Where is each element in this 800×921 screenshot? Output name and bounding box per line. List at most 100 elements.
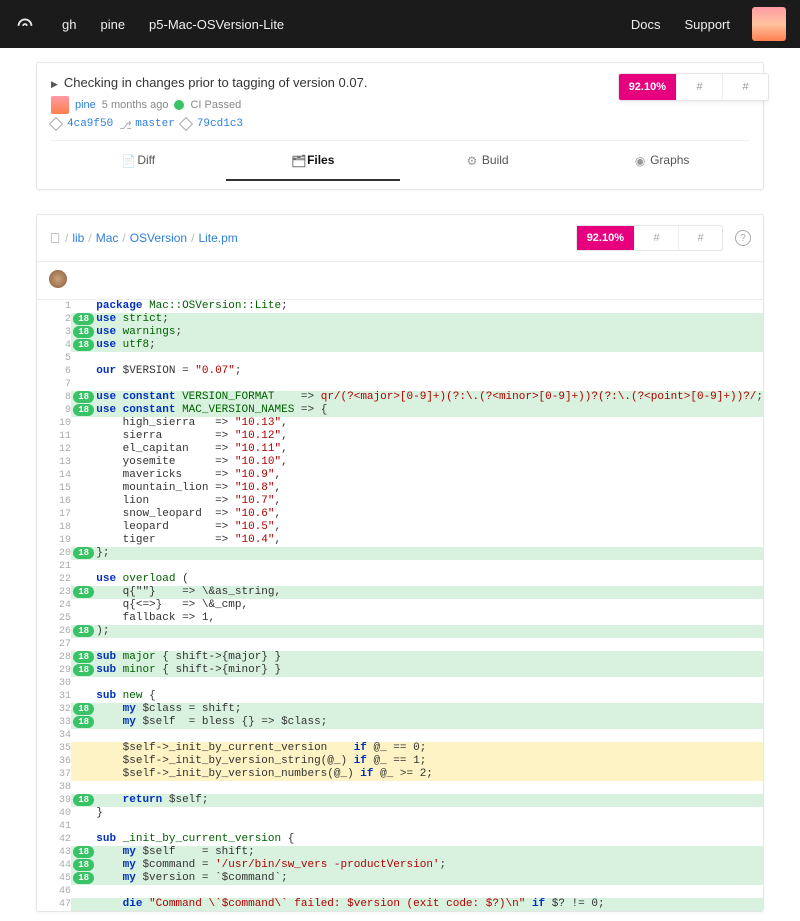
source-text: my $version = `$command`;: [96, 872, 763, 885]
nav-docs[interactable]: Docs: [619, 17, 673, 32]
line-number[interactable]: 39: [37, 794, 71, 807]
author-avatar[interactable]: [51, 96, 69, 114]
hit-count: [71, 508, 96, 521]
hit-count: [71, 417, 96, 430]
branch-name[interactable]: master: [135, 118, 175, 130]
line-number[interactable]: 26: [37, 625, 71, 638]
line-number[interactable]: 19: [37, 534, 71, 547]
line-number[interactable]: 7: [37, 378, 71, 391]
tab-build[interactable]: ⚙Build: [400, 141, 575, 181]
code-line: 46: [37, 885, 763, 898]
line-number[interactable]: 42: [37, 833, 71, 846]
code-line: 31sub new {: [37, 690, 763, 703]
code-line: 3318 my $self = bless {} => $class;: [37, 716, 763, 729]
line-number[interactable]: 12: [37, 443, 71, 456]
line-number[interactable]: 2: [37, 313, 71, 326]
tab-graphs[interactable]: ◉Graphs: [575, 141, 750, 181]
line-number[interactable]: 37: [37, 768, 71, 781]
source-text: die "Command \`$command\` failed: $versi…: [96, 898, 763, 911]
crumb-mac[interactable]: Mac: [96, 231, 119, 245]
code-line: 918use constant MAC_VERSION_NAMES => {: [37, 404, 763, 417]
line-number[interactable]: 31: [37, 690, 71, 703]
line-number[interactable]: 40: [37, 807, 71, 820]
line-number[interactable]: 10: [37, 417, 71, 430]
crumb-osversion[interactable]: OSVersion: [130, 231, 187, 245]
commit-sha[interactable]: 4ca9f50: [67, 118, 113, 130]
line-number[interactable]: 29: [37, 664, 71, 677]
line-number[interactable]: 30: [37, 677, 71, 690]
line-number[interactable]: 45: [37, 872, 71, 885]
line-number[interactable]: 6: [37, 365, 71, 378]
code-line: 12 el_capitan => "10.11",: [37, 443, 763, 456]
source-text: use overload (: [96, 573, 763, 586]
line-number[interactable]: 36: [37, 755, 71, 768]
line-number[interactable]: 41: [37, 820, 71, 833]
hit-count: 18: [71, 703, 96, 716]
nav-support[interactable]: Support: [672, 17, 742, 32]
code-line: 218use strict;: [37, 313, 763, 326]
line-number[interactable]: 14: [37, 469, 71, 482]
nav-owner[interactable]: pine: [88, 17, 137, 32]
line-number[interactable]: 43: [37, 846, 71, 859]
code-line: 2018};: [37, 547, 763, 560]
source-text: [96, 677, 763, 690]
user-avatar[interactable]: [752, 7, 786, 41]
tree-sha[interactable]: 79cd1c3: [197, 118, 243, 130]
line-number[interactable]: 13: [37, 456, 71, 469]
line-number[interactable]: 27: [37, 638, 71, 651]
line-number[interactable]: 15: [37, 482, 71, 495]
source-text: $self->_init_by_current_version if @_ ==…: [96, 742, 763, 755]
line-number[interactable]: 25: [37, 612, 71, 625]
line-number[interactable]: 11: [37, 430, 71, 443]
line-number[interactable]: 1: [37, 300, 71, 313]
line-number[interactable]: 47: [37, 898, 71, 911]
source-text: mavericks => "10.9",: [96, 469, 763, 482]
line-number[interactable]: 33: [37, 716, 71, 729]
line-number[interactable]: 34: [37, 729, 71, 742]
contributor-avatar[interactable]: [49, 270, 67, 288]
logo-icon[interactable]: [14, 13, 36, 35]
source-text: [96, 378, 763, 391]
line-number[interactable]: 21: [37, 560, 71, 573]
line-number[interactable]: 8: [37, 391, 71, 404]
line-number[interactable]: 23: [37, 586, 71, 599]
coverage-cell-b[interactable]: #: [722, 74, 768, 100]
expand-icon[interactable]: ▶: [51, 79, 58, 90]
commit-card: 92.10% # # ▶Checking in changes prior to…: [36, 62, 764, 190]
nav-repo[interactable]: p5-Mac-OSVersion-Lite: [137, 17, 296, 32]
line-number[interactable]: 17: [37, 508, 71, 521]
nav-gh[interactable]: gh: [50, 17, 88, 32]
line-number[interactable]: 32: [37, 703, 71, 716]
crumb-file[interactable]: Lite.pm: [198, 231, 237, 245]
hit-count: 18: [71, 391, 96, 404]
file-cov-cell-b[interactable]: #: [678, 226, 722, 250]
file-cov-cell-a[interactable]: #: [634, 226, 678, 250]
tab-files[interactable]: 🗂Files: [226, 141, 401, 181]
line-number[interactable]: 38: [37, 781, 71, 794]
line-number[interactable]: 9: [37, 404, 71, 417]
tab-diff[interactable]: 📄Diff: [51, 141, 226, 181]
help-icon[interactable]: ?: [735, 230, 751, 246]
source-text: };: [96, 547, 763, 560]
line-number[interactable]: 5: [37, 352, 71, 365]
line-number[interactable]: 46: [37, 885, 71, 898]
code-line: 4418 my $command = '/usr/bin/sw_vers -pr…: [37, 859, 763, 872]
coverage-cell-a[interactable]: #: [676, 74, 722, 100]
line-number[interactable]: 4: [37, 339, 71, 352]
author-link[interactable]: pine: [75, 99, 96, 111]
code-line: 3918 return $self;: [37, 794, 763, 807]
code-line: 818use constant VERSION_FORMAT => qr/(?<…: [37, 391, 763, 404]
line-number[interactable]: 18: [37, 521, 71, 534]
line-number[interactable]: 44: [37, 859, 71, 872]
crumb-lib[interactable]: lib: [72, 231, 84, 245]
source-text: use utf8;: [96, 339, 763, 352]
line-number[interactable]: 24: [37, 599, 71, 612]
line-number[interactable]: 20: [37, 547, 71, 560]
line-number[interactable]: 28: [37, 651, 71, 664]
hit-count: [71, 443, 96, 456]
line-number[interactable]: 3: [37, 326, 71, 339]
line-number[interactable]: 22: [37, 573, 71, 586]
line-number[interactable]: 16: [37, 495, 71, 508]
source-text: high_sierra => "10.13",: [96, 417, 763, 430]
line-number[interactable]: 35: [37, 742, 71, 755]
